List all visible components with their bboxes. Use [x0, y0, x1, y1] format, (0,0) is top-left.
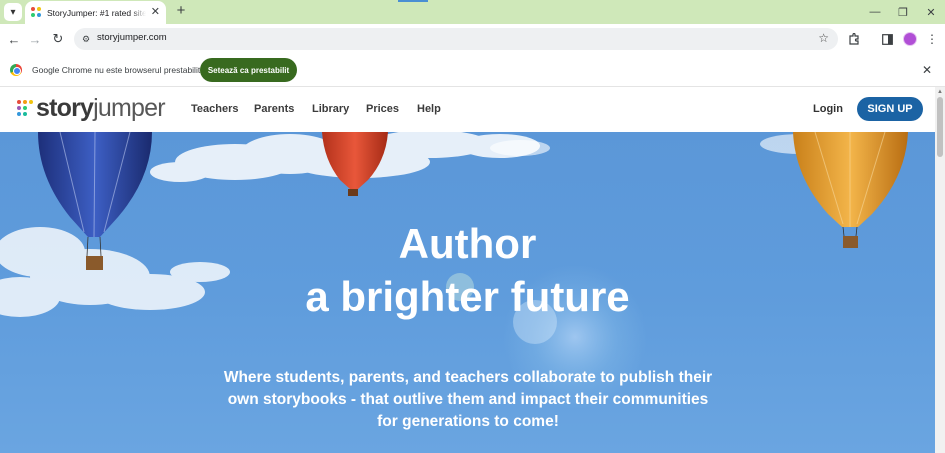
hero-subtitle: Where students, parents, and teachers co…	[223, 369, 713, 430]
tab-title: StoryJumper: #1 rated site for creating …	[47, 7, 146, 18]
side-panel-icon[interactable]	[878, 30, 896, 48]
site-info-icon[interactable]: ⚙	[80, 33, 92, 45]
close-icon[interactable]: ✕	[151, 7, 160, 18]
set-default-button[interactable]: Setează ca prestabilit	[200, 58, 297, 82]
hero-section: Author a brighter future Where students,…	[0, 132, 935, 453]
tab-strip-accent	[398, 0, 428, 2]
default-browser-infobar: Google Chrome nu este browserul prestabi…	[0, 54, 945, 87]
logo-text-jumper: jumper	[93, 93, 165, 122]
storyjumper-favicon-icon	[31, 7, 42, 18]
nav-teachers[interactable]: Teachers	[191, 103, 239, 115]
restore-icon[interactable]: ❐	[889, 3, 917, 21]
reload-icon[interactable]: ↻	[49, 30, 67, 48]
scroll-thumb[interactable]	[937, 97, 943, 157]
site-header: storyjumper Teachers Parents Library Pri…	[0, 87, 935, 132]
tab-strip: ▾ StoryJumper: #1 rated site for creatin…	[0, 0, 945, 24]
browser-toolbar: ← → ↻ ⚙ storyjumper.com ☆ ⋮	[0, 24, 945, 54]
nav-parents[interactable]: Parents	[254, 103, 294, 115]
nav-library[interactable]: Library	[312, 103, 349, 115]
arrow-right-icon[interactable]: →	[26, 30, 44, 48]
scroll-up-arrow-icon[interactable]: ▲	[937, 89, 943, 95]
storyjumper-logo[interactable]: storyjumper	[17, 93, 166, 123]
hero-title-line1: Author	[398, 220, 537, 267]
address-bar[interactable]: ⚙ storyjumper.com ☆	[74, 28, 838, 50]
logo-text-story: story	[36, 93, 94, 122]
page-scrollbar[interactable]: ▲	[935, 87, 945, 453]
star-icon[interactable]: ☆	[818, 31, 829, 45]
logo-dots-icon	[17, 100, 33, 116]
profile-avatar[interactable]	[903, 32, 917, 46]
infobar-message: Google Chrome nu este browserul prestabi…	[32, 65, 201, 75]
close-icon[interactable]: ✕	[922, 63, 932, 77]
chrome-logo-icon	[10, 64, 22, 76]
nav-help[interactable]: Help	[417, 103, 441, 115]
hero-title-line2: a brighter future	[305, 273, 630, 320]
minimize-icon[interactable]: —	[861, 3, 889, 21]
url-text: storyjumper.com	[97, 32, 167, 43]
browser-tab[interactable]: StoryJumper: #1 rated site for creating …	[25, 1, 166, 24]
nav-prices[interactable]: Prices	[366, 103, 399, 115]
arrow-left-icon[interactable]: ←	[5, 30, 23, 48]
kebab-menu-icon[interactable]: ⋮	[923, 30, 941, 48]
window-close-icon[interactable]: ✕	[917, 3, 945, 21]
plus-icon[interactable]: +	[173, 3, 189, 19]
login-link[interactable]: Login	[813, 103, 843, 115]
chevron-down-icon[interactable]: ▾	[4, 3, 22, 21]
signup-button[interactable]: SIGN UP	[857, 97, 923, 121]
puzzle-icon[interactable]	[845, 30, 863, 48]
